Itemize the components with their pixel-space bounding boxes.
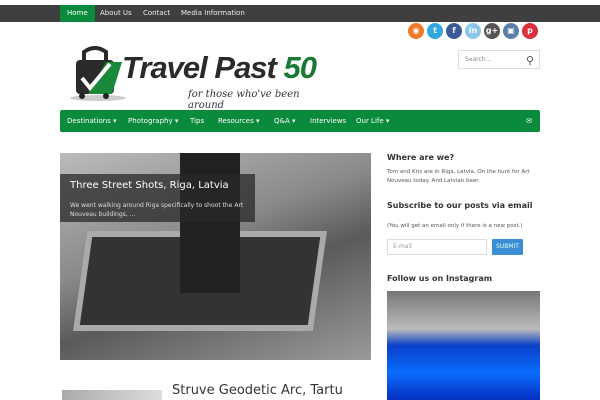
subscribe-note: (You will get an email only if there is … bbox=[387, 223, 523, 229]
nav-destinations[interactable]: Destinations ▾ bbox=[67, 110, 117, 132]
search-input[interactable]: Search... ⚲ bbox=[458, 50, 540, 69]
facebook-icon[interactable]: f bbox=[446, 23, 462, 39]
twitter-icon[interactable]: t bbox=[427, 23, 443, 39]
post-thumbnail[interactable] bbox=[62, 390, 162, 400]
email-icon[interactable]: ✉ bbox=[526, 110, 532, 132]
featured-post-image[interactable]: Three Street Shots, Riga, Latvia We went… bbox=[60, 153, 371, 360]
logo-number: 50 bbox=[283, 50, 316, 85]
instagram-icon[interactable]: ▣ bbox=[503, 23, 519, 39]
logo-title: Travel Past bbox=[122, 50, 284, 85]
main-nav: Destinations ▾ Photography ▾ Tips Resour… bbox=[60, 110, 540, 132]
where-title: Where are we? bbox=[387, 153, 455, 162]
top-bar: Home About Us Contact Media Information bbox=[0, 5, 600, 22]
email-input[interactable]: E-mail bbox=[387, 239, 487, 255]
featured-caption: Three Street Shots, Riga, Latvia We went… bbox=[60, 174, 255, 222]
linkedin-icon[interactable]: in bbox=[465, 23, 481, 39]
post-title[interactable]: Struve Geodetic Arc, Tartu bbox=[172, 383, 343, 398]
nav-qa[interactable]: Q&A ▾ bbox=[274, 110, 296, 132]
subscribe-title: Subscribe to our posts via email bbox=[387, 201, 533, 210]
site-logo[interactable]: Travel Past 50 for those who've been aro… bbox=[66, 46, 338, 111]
search-icon[interactable]: ⚲ bbox=[526, 52, 534, 69]
pinterest-icon[interactable]: p bbox=[522, 23, 538, 39]
google-plus-icon[interactable]: g+ bbox=[484, 23, 500, 39]
topnav-media[interactable]: Media Information bbox=[174, 5, 252, 22]
instagram-image[interactable] bbox=[387, 291, 540, 400]
submit-button[interactable]: SUBMIT bbox=[492, 239, 523, 255]
instagram-title: Follow us on Instagram bbox=[387, 274, 493, 283]
search-placeholder: Search... bbox=[465, 56, 492, 63]
social-icons: ◉ t f in g+ ▣ p bbox=[408, 23, 538, 39]
logo-tagline: for those who've been around bbox=[188, 89, 300, 111]
where-text: Tom and Kris are in Riga, Latvia. On the… bbox=[387, 169, 530, 184]
topnav-home[interactable]: Home bbox=[60, 5, 95, 22]
topnav-contact[interactable]: Contact bbox=[136, 5, 177, 22]
rss-icon[interactable]: ◉ bbox=[408, 23, 424, 39]
featured-title[interactable]: Three Street Shots, Riga, Latvia bbox=[70, 180, 229, 191]
nav-our-life[interactable]: Our Life ▾ bbox=[356, 110, 389, 132]
topnav-about[interactable]: About Us bbox=[93, 5, 139, 22]
nav-interviews[interactable]: Interviews bbox=[310, 110, 346, 132]
nav-resources[interactable]: Resources ▾ bbox=[218, 110, 260, 132]
nav-tips[interactable]: Tips bbox=[190, 110, 204, 132]
nav-photography[interactable]: Photography ▾ bbox=[128, 110, 178, 132]
featured-excerpt: We went walking around Riga specifically… bbox=[70, 202, 244, 218]
